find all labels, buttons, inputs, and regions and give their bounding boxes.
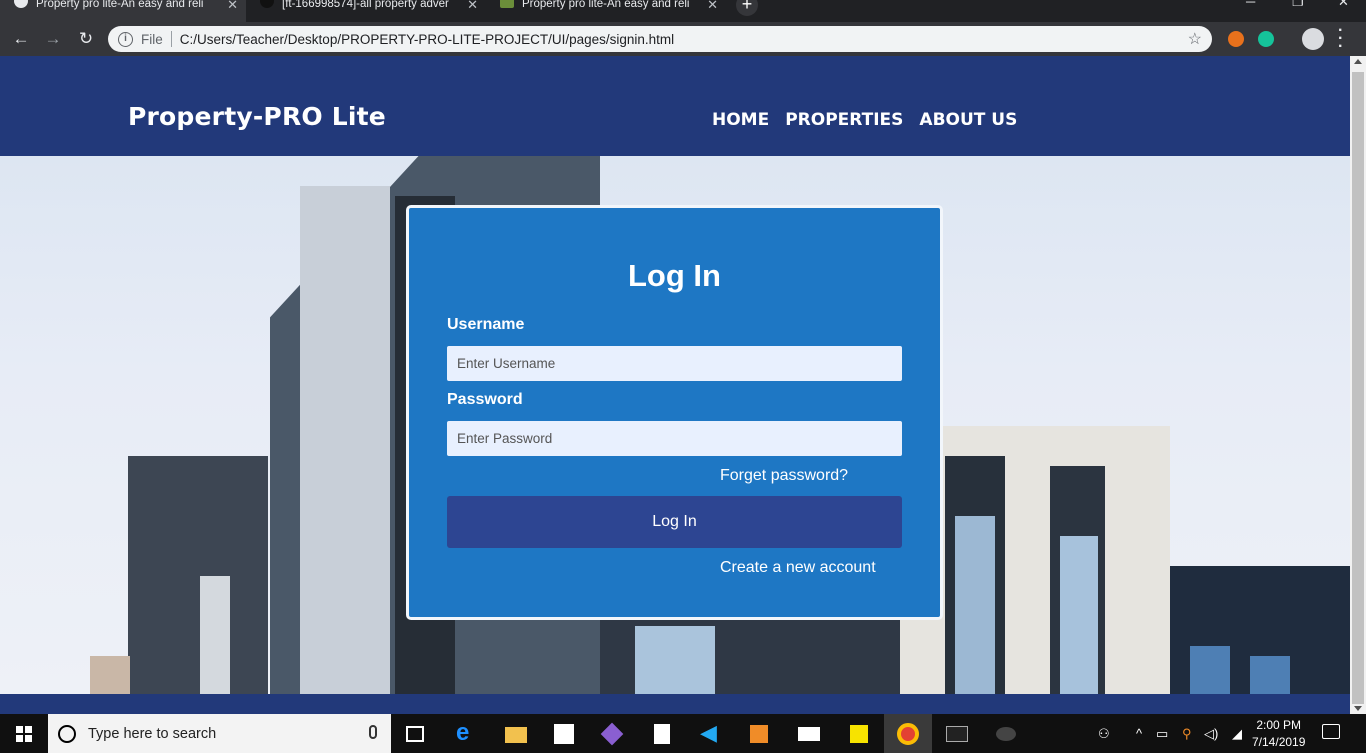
file-explorer-icon[interactable] <box>505 727 527 743</box>
new-tab-button[interactable]: + <box>736 0 758 16</box>
clock-date: 7/14/2019 <box>1252 735 1306 749</box>
cortana-icon <box>58 724 76 743</box>
close-window-icon[interactable]: ✕ <box>1338 0 1349 10</box>
app-icon[interactable] <box>996 727 1016 741</box>
extension-icon[interactable] <box>1228 31 1244 47</box>
scrollbar-thumb[interactable] <box>1352 72 1364 704</box>
browser-tab-2[interactable]: [ft-166998574]-all property adver ✕ <box>246 0 486 22</box>
wifi-icon[interactable]: ◢ <box>1232 726 1242 742</box>
show-hidden-icons-chevron-icon[interactable]: ^ <box>1136 726 1142 741</box>
search-placeholder: Type here to search <box>88 725 217 742</box>
maximize-window-icon[interactable]: ❐ <box>1292 0 1304 10</box>
chrome-icon[interactable] <box>897 723 919 745</box>
windows-taskbar: Type here to search e ◀ ⚇ ^ ▭ ⚲ ◁) ◢ 2:0… <box>0 714 1366 753</box>
taskbar-clock[interactable]: 2:00 PM 7/14/2019 <box>1252 717 1305 751</box>
search-icon[interactable]: ⚲ <box>1182 726 1192 742</box>
browser-tab-strip: Property pro lite-An easy and reli ✕ [ft… <box>0 0 1366 22</box>
site-header: Property-PRO Lite HOME PROPERTIES ABOUT … <box>0 56 1350 156</box>
nav-about-us[interactable]: ABOUT US <box>919 110 1017 130</box>
nav-properties[interactable]: PROPERTIES <box>785 110 903 130</box>
globe-icon <box>14 0 28 8</box>
profile-avatar[interactable] <box>1302 28 1324 50</box>
store-icon[interactable] <box>554 724 574 744</box>
omnibox-divider <box>170 31 172 47</box>
site-brand[interactable]: Property-PRO Lite <box>128 102 386 131</box>
tab-title: [ft-166998574]-all property adver <box>282 0 449 10</box>
site-favicon-icon <box>500 0 514 8</box>
bookmark-star-icon[interactable]: ☆ <box>1188 29 1202 49</box>
close-tab-icon[interactable]: ✕ <box>467 0 478 13</box>
back-arrow-icon[interactable]: ← <box>10 28 32 50</box>
web-page: Property-PRO Lite HOME PROPERTIES ABOUT … <box>0 56 1350 714</box>
microphone-icon[interactable] <box>369 725 377 739</box>
browser-tab-1[interactable]: Property pro lite-An easy and reli ✕ <box>0 0 246 22</box>
mail-icon[interactable] <box>798 727 820 741</box>
url-text[interactable]: C:/Users/Teacher/Desktop/PROPERTY-PRO-LI… <box>180 32 674 47</box>
close-tab-icon[interactable]: ✕ <box>227 0 238 13</box>
media-player-icon[interactable] <box>750 725 768 743</box>
notepad-icon[interactable] <box>654 724 670 744</box>
login-title: Log In <box>628 258 721 293</box>
volume-icon[interactable]: ◁) <box>1204 726 1218 742</box>
sticky-notes-icon[interactable] <box>850 725 868 743</box>
github-icon <box>260 0 274 8</box>
tab-title: Property pro lite-An easy and reli <box>522 0 690 10</box>
username-input[interactable] <box>447 346 902 381</box>
windows-start-icon[interactable] <box>16 726 32 742</box>
login-button[interactable]: Log In <box>447 496 902 548</box>
username-label: Username <box>447 316 525 333</box>
taskbar-search-box[interactable]: Type here to search <box>48 714 391 753</box>
people-icon[interactable]: ⚇ <box>1098 726 1110 742</box>
browser-toolbar: ← → ↻ i File C:/Users/Teacher/Desktop/PR… <box>0 22 1366 56</box>
scheme-label: File <box>141 31 163 47</box>
forward-arrow-icon[interactable]: → <box>42 28 64 50</box>
forgot-password-link[interactable]: Forget password? <box>720 467 848 485</box>
create-account-link[interactable]: Create a new account <box>720 559 876 577</box>
vscode-icon[interactable]: ◀ <box>700 720 722 745</box>
edge-icon[interactable]: e <box>456 719 478 746</box>
clock-time: 2:00 PM <box>1256 718 1302 732</box>
nav-home[interactable]: HOME <box>712 110 769 130</box>
reload-icon[interactable]: ↻ <box>75 28 97 50</box>
minimize-window-icon[interactable]: ─ <box>1246 0 1255 9</box>
password-input[interactable] <box>447 421 902 456</box>
app-icon[interactable] <box>600 722 624 746</box>
scroll-up-arrow-icon[interactable] <box>1354 59 1362 64</box>
terminal-icon[interactable] <box>946 726 968 742</box>
close-tab-icon[interactable]: ✕ <box>707 0 718 13</box>
address-bar[interactable]: i File C:/Users/Teacher/Desktop/PROPERTY… <box>108 26 1212 52</box>
grammarly-icon[interactable] <box>1258 31 1274 47</box>
tab-title: Property pro lite-An easy and reli <box>36 0 204 10</box>
site-footer <box>0 694 1350 714</box>
notification-center-icon[interactable] <box>1322 724 1340 739</box>
scroll-down-arrow-icon[interactable] <box>1354 706 1362 711</box>
password-label: Password <box>447 391 523 408</box>
task-view-icon[interactable] <box>406 726 424 742</box>
info-icon[interactable]: i <box>118 31 133 47</box>
browser-tab-3[interactable]: Property pro lite-An easy and reli ✕ <box>486 0 726 22</box>
login-card: Log In Username Password Forget password… <box>406 205 943 620</box>
battery-icon[interactable]: ▭ <box>1156 726 1168 742</box>
main-nav: HOME PROPERTIES ABOUT US <box>712 110 1017 130</box>
browser-menu-icon[interactable]: · · · <box>1338 23 1343 55</box>
page-scrollbar[interactable] <box>1350 56 1366 714</box>
